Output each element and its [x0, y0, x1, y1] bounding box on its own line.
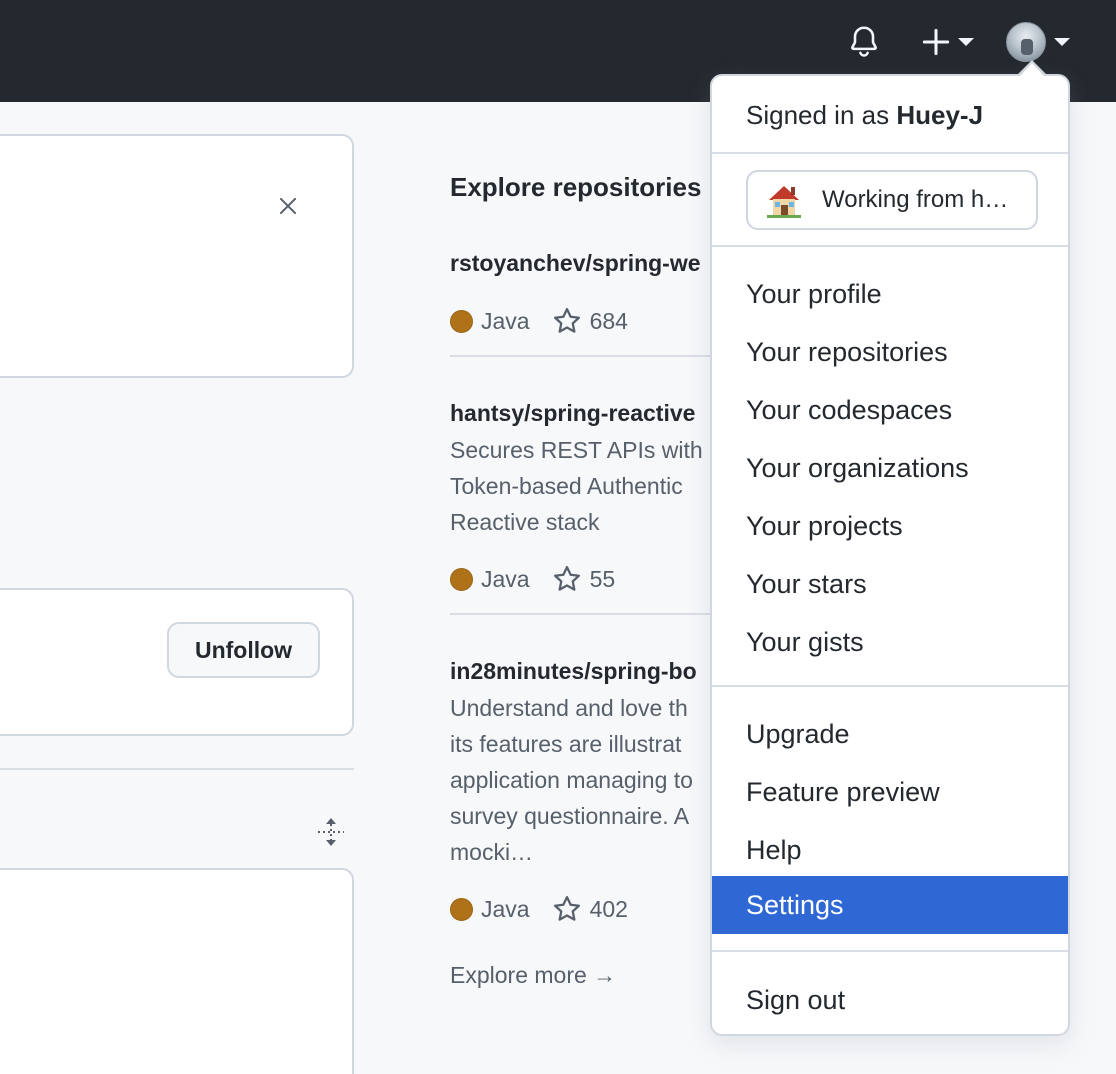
feed-card — [0, 868, 354, 1074]
menu-item-settings[interactable]: Settings — [712, 876, 1068, 934]
star-icon — [553, 896, 580, 921]
repo-language: Java — [481, 565, 530, 592]
avatar — [1006, 22, 1046, 62]
repo-link[interactable]: rstoyanchev/spring-we — [450, 250, 701, 277]
status-text: Working from h… — [822, 186, 1009, 213]
menu-item-sign-out[interactable]: Sign out — [712, 971, 1068, 1029]
menu-item-your-repositories[interactable]: Your repositories — [712, 323, 1068, 381]
divider — [712, 152, 1068, 154]
close-icon[interactable] — [276, 194, 300, 218]
repo-meta: Java 684 — [450, 306, 628, 336]
repo-link[interactable]: in28minutes/spring-bo — [450, 658, 697, 685]
language-color-dot — [450, 567, 473, 591]
plus-icon — [922, 28, 950, 56]
repo-language: Java — [481, 307, 530, 334]
house-icon — [764, 180, 804, 220]
menu-item-help[interactable]: Help — [712, 821, 1068, 879]
unfollow-button[interactable]: Unfollow — [167, 622, 320, 678]
divider — [450, 613, 712, 615]
language-color-dot — [450, 309, 473, 333]
explore-title: Explore repositories — [450, 172, 702, 202]
divider — [0, 768, 354, 770]
explore-more-link[interactable]: Explore more → — [450, 962, 616, 989]
user-menu[interactable] — [1006, 22, 1070, 62]
bell-icon[interactable] — [846, 22, 882, 62]
repo-description: Understand and love th its features are … — [450, 695, 693, 865]
menu-item-upgrade[interactable]: Upgrade — [712, 705, 1068, 763]
repo-meta: Java 402 — [450, 894, 628, 924]
star-icon — [553, 308, 580, 333]
chevron-down-icon — [958, 38, 974, 46]
menu-item-your-codespaces[interactable]: Your codespaces — [712, 381, 1068, 439]
menu-item-your-organizations[interactable]: Your organizations — [712, 439, 1068, 497]
repo-link[interactable]: hantsy/spring-reactive — [450, 400, 695, 427]
dropdown-caret-fill — [1020, 63, 1044, 76]
menu-item-your-stars[interactable]: Your stars — [712, 555, 1068, 613]
dashboard-card — [0, 134, 354, 378]
create-new-menu[interactable] — [922, 22, 974, 62]
chevron-down-icon — [1054, 38, 1070, 46]
user-dropdown-menu: Signed in as Huey-J Working from h… Your… — [710, 74, 1070, 1036]
repo-stars[interactable]: 402 — [590, 896, 628, 923]
set-status-button[interactable]: Working from h… — [746, 170, 1038, 230]
move-icon[interactable] — [316, 816, 346, 848]
repo-language: Java — [481, 895, 530, 922]
language-color-dot — [450, 897, 473, 921]
repo-description: Secures REST APIs with Token-based Authe… — [450, 437, 703, 535]
signed-in-prefix: Signed in as — [746, 100, 890, 130]
divider — [450, 355, 712, 357]
menu-item-your-profile[interactable]: Your profile — [712, 265, 1068, 323]
repo-stars[interactable]: 684 — [590, 308, 628, 335]
divider — [712, 245, 1068, 247]
menu-item-your-projects[interactable]: Your projects — [712, 497, 1068, 555]
divider — [712, 685, 1068, 687]
menu-item-feature-preview[interactable]: Feature preview — [712, 763, 1068, 821]
signed-in-as: Signed in as Huey-J — [746, 100, 983, 131]
star-icon — [553, 566, 580, 591]
repo-stars[interactable]: 55 — [590, 566, 616, 593]
divider — [712, 950, 1068, 952]
repo-meta: Java 55 — [450, 564, 615, 594]
username: Huey-J — [896, 100, 984, 130]
menu-item-your-gists[interactable]: Your gists — [712, 613, 1068, 671]
